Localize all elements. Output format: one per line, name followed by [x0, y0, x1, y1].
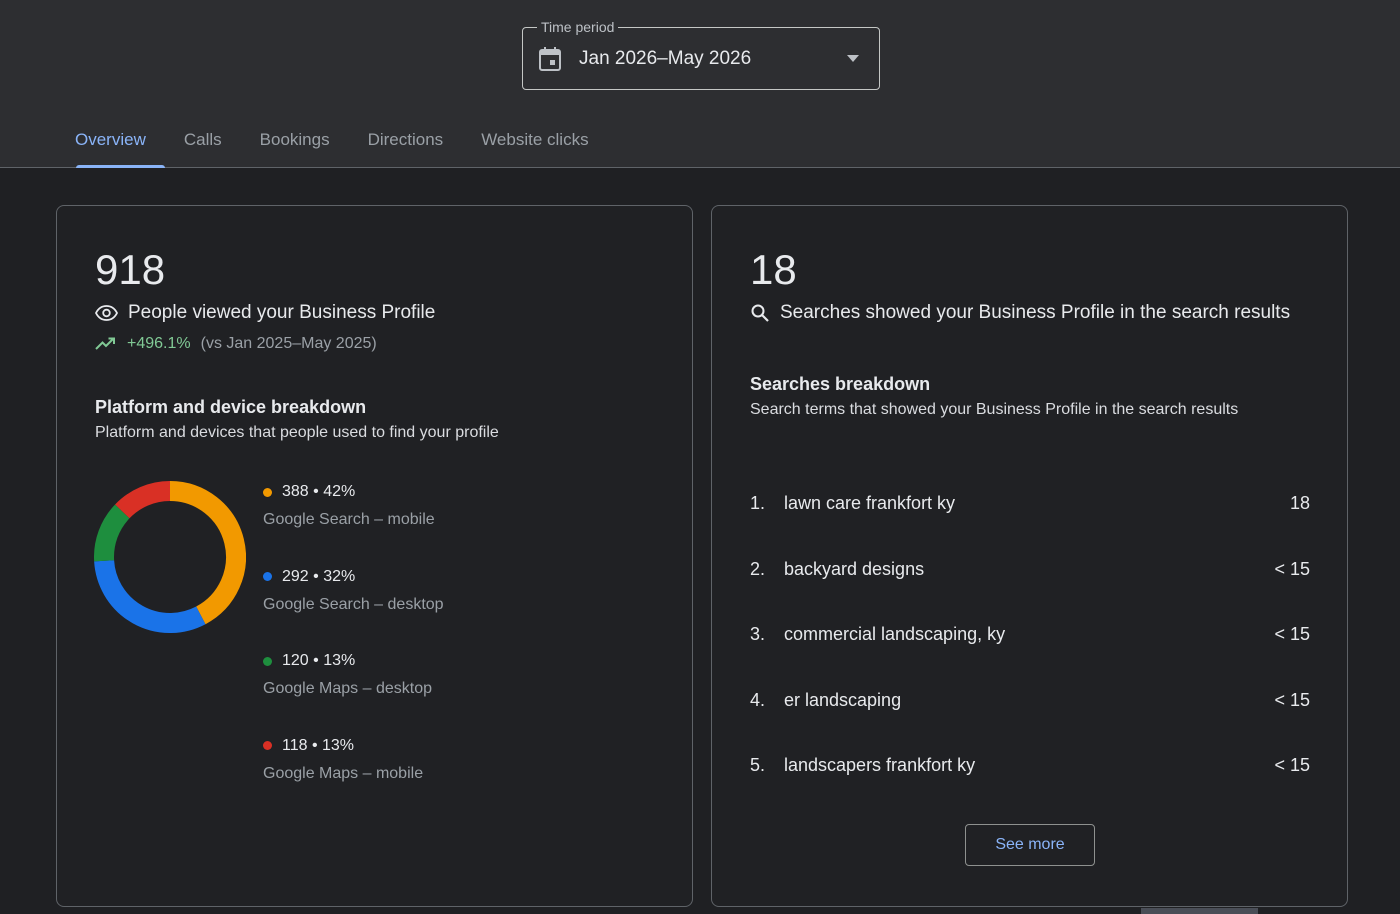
- time-period-selector[interactable]: Time period Jan 2026–May 2026: [522, 19, 880, 90]
- time-period-value: Jan 2026–May 2026: [579, 48, 752, 69]
- search-rank: 2.: [750, 558, 766, 579]
- trend-value: +496.1%: [127, 335, 191, 352]
- tab-calls[interactable]: Calls: [165, 120, 241, 167]
- views-metric: People viewed your Business Profile: [95, 302, 435, 324]
- searches-metric: Searches showed your Business Profile in…: [750, 302, 1290, 324]
- search-icon: [751, 304, 769, 322]
- views-metric-label: People viewed your Business Profile: [128, 302, 436, 323]
- search-rank: 4.: [750, 689, 766, 710]
- header-bar: Time period Jan 2026–May 2026 Overview C…: [0, 0, 1400, 168]
- legend-dot: [263, 656, 272, 666]
- trending-up-icon: [95, 337, 115, 350]
- search-term: lawn care frankfort ky: [784, 493, 956, 514]
- legend-label: Google Maps – mobile: [263, 764, 424, 782]
- legend-item: 118 • 13% Google Maps – mobile: [263, 737, 444, 822]
- search-terms-list: 1. lawn care frankfort ky 18 2. backyard…: [750, 471, 1310, 799]
- search-term: er landscaping: [784, 689, 902, 710]
- list-item: 2. backyard designs < 15: [750, 537, 1310, 603]
- search-count: < 15: [1274, 755, 1310, 776]
- trend-compare: (vs Jan 2025–May 2025): [200, 335, 377, 352]
- views-trend: +496.1% (vs Jan 2025–May 2025): [95, 335, 377, 353]
- tab-bar: Overview Calls Bookings Directions Websi…: [56, 120, 608, 168]
- legend-dot: [263, 572, 272, 581]
- search-term: commercial landscaping, ky: [784, 624, 1006, 645]
- legend-label: Google Maps – desktop: [263, 680, 432, 697]
- eye-icon: [95, 305, 118, 321]
- search-term: backyard designs: [784, 558, 925, 579]
- search-count: 18: [1289, 493, 1310, 514]
- legend-item: 388 • 42% Google Search – mobile: [263, 483, 444, 568]
- searches-metric-label: Searches showed your Business Profile in…: [780, 302, 1291, 323]
- legend-label: Google Search – desktop: [263, 595, 444, 613]
- search-count: < 15: [1274, 689, 1310, 710]
- list-item: 3. commercial landscaping, ky < 15: [750, 602, 1310, 668]
- searches-breakdown-title: Searches breakdown: [750, 374, 931, 394]
- search-rank: 3.: [750, 624, 766, 645]
- donut-segment: [94, 559, 206, 633]
- legend-value: 118 • 13%: [282, 736, 355, 754]
- legend-value: 388 • 42%: [282, 483, 356, 500]
- breakdown-title: Platform and device breakdown: [95, 397, 367, 417]
- legend-label: Google Search – mobile: [263, 511, 435, 528]
- dropdown-arrow-icon: [847, 55, 859, 62]
- legend-item: 120 • 13% Google Maps – desktop: [263, 652, 444, 737]
- searches-total: 18: [750, 246, 797, 293]
- legend-dot: [263, 487, 272, 497]
- legend-item: 292 • 32% Google Search – desktop: [263, 568, 444, 653]
- legend-dot: [263, 741, 272, 750]
- search-rank: 5.: [750, 755, 766, 776]
- tab-directions[interactable]: Directions: [349, 120, 463, 167]
- donut-segment: [115, 481, 171, 519]
- search-count: < 15: [1274, 624, 1310, 645]
- calendar-icon: [539, 47, 561, 71]
- time-period-label: Time period: [537, 19, 619, 35]
- search-rank: 1.: [750, 493, 766, 514]
- searches-breakdown-subtitle: Search terms that showed your Business P…: [750, 401, 1239, 418]
- searches-card: 18 Searches showed your Business Profile…: [711, 205, 1348, 907]
- views-card: 918 People viewed your Business Profile …: [56, 205, 693, 907]
- list-item: 4. er landscaping < 15: [750, 668, 1310, 734]
- breakdown-subtitle: Platform and devices that people used to…: [95, 424, 499, 441]
- platform-legend: 388 • 42% Google Search – mobile 292 • 3…: [263, 483, 444, 821]
- legend-value: 292 • 32%: [282, 567, 356, 585]
- tab-website-clicks[interactable]: Website clicks: [462, 120, 607, 167]
- platform-donut-chart: [94, 481, 246, 633]
- donut-segment: [94, 504, 130, 562]
- bottom-thumbnail: [1141, 908, 1258, 914]
- see-more-button[interactable]: See more: [965, 824, 1095, 866]
- tab-overview[interactable]: Overview: [56, 120, 165, 168]
- donut-segment: [169, 481, 246, 625]
- list-item: 5. landscapers frankfort ky < 15: [750, 733, 1310, 799]
- views-total: 918: [95, 246, 166, 293]
- list-item: 1. lawn care frankfort ky 18: [750, 471, 1310, 537]
- tab-bookings[interactable]: Bookings: [241, 120, 349, 167]
- legend-value: 120 • 13%: [282, 652, 356, 669]
- search-term: landscapers frankfort ky: [784, 755, 976, 776]
- search-count: < 15: [1274, 558, 1310, 579]
